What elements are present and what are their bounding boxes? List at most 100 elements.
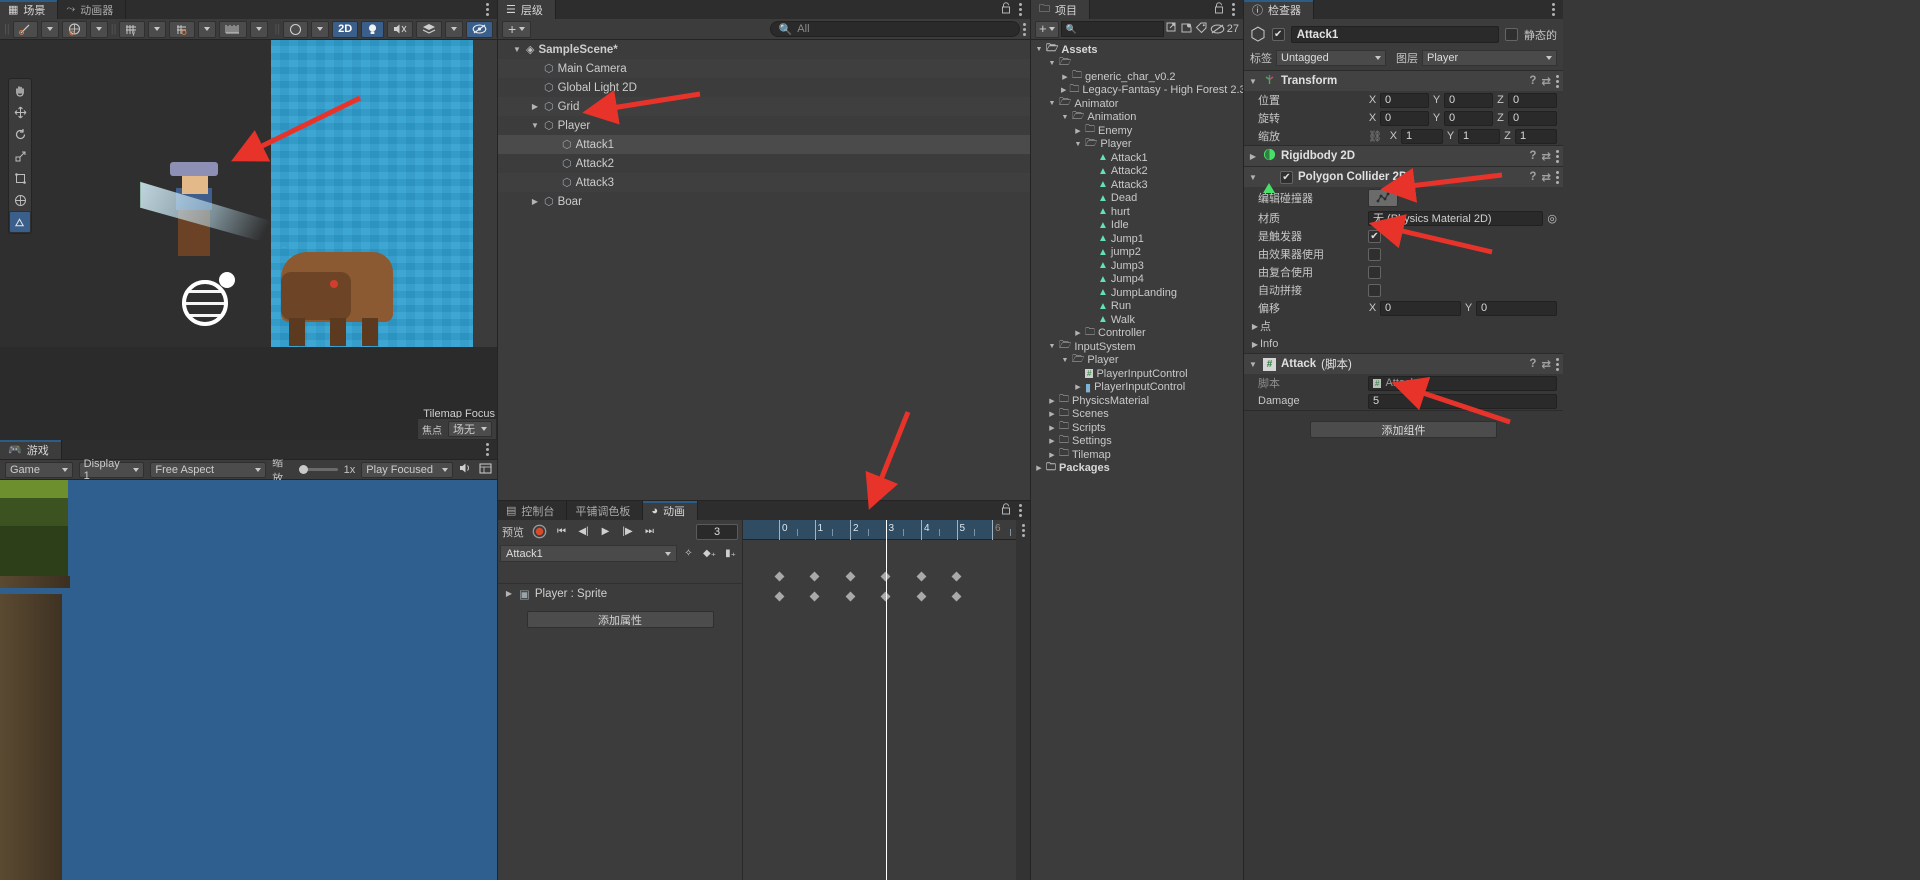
- timeline-ruler[interactable]: 0 1 2 3 4 5 6: [743, 520, 1030, 540]
- collider-help-icon[interactable]: ?: [1529, 171, 1536, 183]
- attack-script-header[interactable]: ▼ # Attack (脚本) ? ⇄: [1244, 354, 1563, 374]
- collider-preset-icon[interactable]: ⇄: [1541, 170, 1551, 184]
- add-keyframe-icon[interactable]: ◆₊: [700, 545, 719, 562]
- hierarchy-search-input[interactable]: 🔍 All: [769, 21, 1020, 37]
- transform-y-input[interactable]: 0: [1444, 92, 1493, 108]
- chevron-right-icon[interactable]: ▶: [504, 589, 514, 598]
- animation-menu-icon[interactable]: [1019, 504, 1022, 517]
- scale-slider[interactable]: [299, 465, 338, 474]
- chevron-right-icon[interactable]: ▶: [1048, 451, 1056, 459]
- toggle-2d-button[interactable]: 2D: [332, 20, 359, 38]
- hierarchy-item-samplescene-[interactable]: ▼ ◈ SampleScene*: [498, 40, 1030, 59]
- transform-z-input[interactable]: 0: [1508, 92, 1557, 108]
- project-lock-icon[interactable]: [1214, 2, 1224, 17]
- points-row[interactable]: ▶ 点: [1244, 317, 1563, 335]
- hierarchy-tree[interactable]: ▼ ◈ SampleScene* ⬡ Main Camera ⬡ Global Light …: [498, 40, 1030, 500]
- chevron-down-icon[interactable]: ▼: [1048, 343, 1056, 350]
- rigidbody-header[interactable]: ▶ Rigidbody 2D ? ⇄: [1244, 146, 1563, 166]
- draw-mode-dropdown[interactable]: [89, 20, 108, 38]
- project-item-player[interactable]: ▼ 🗁 Player: [1031, 138, 1243, 152]
- project-menu-icon[interactable]: [1232, 3, 1235, 16]
- hierarchy-search-menu-icon[interactable]: [1023, 22, 1026, 36]
- rigidbody-help-icon[interactable]: ?: [1529, 150, 1536, 162]
- project-item-hurt[interactable]: ▲ hurt: [1031, 205, 1243, 219]
- label-filter-icon[interactable]: [1195, 22, 1208, 37]
- chevron-down-icon[interactable]: ▼: [530, 121, 540, 130]
- tab-console[interactable]: ▤ 控制台: [498, 501, 568, 520]
- project-item-generic-char-v0-2[interactable]: ▶ 🗀 generic_char_v0.2: [1031, 70, 1243, 84]
- transform-x-input[interactable]: 0: [1380, 92, 1429, 108]
- chevron-right-icon[interactable]: ▶: [1250, 322, 1260, 331]
- add-property-button[interactable]: 添加属性: [526, 611, 714, 628]
- project-item-tilemap[interactable]: ▶ 🗀 Tilemap: [1031, 448, 1243, 462]
- keyframe-diamond[interactable]: [774, 571, 784, 582]
- project-item-jumplanding[interactable]: ▲ JumpLanding: [1031, 286, 1243, 300]
- transform-y-input[interactable]: 0: [1444, 110, 1493, 126]
- layer-dropdown[interactable]: Player: [1422, 50, 1557, 66]
- shading-mode-button[interactable]: [12, 20, 38, 38]
- scene-audio-toggle[interactable]: [387, 20, 414, 38]
- add-component-button[interactable]: 添加组件: [1310, 421, 1497, 438]
- transform-z-input[interactable]: 1: [1515, 128, 1558, 144]
- rigidbody-menu-icon[interactable]: [1556, 149, 1559, 163]
- hierarchy-item-player[interactable]: ▼ ⬡ Player: [498, 116, 1030, 135]
- used-by-composite-checkbox[interactable]: [1368, 265, 1381, 279]
- chevron-right-icon[interactable]: ▶: [1248, 152, 1258, 161]
- lock-icon[interactable]: [1001, 2, 1011, 17]
- scene-visibility-toggle[interactable]: [466, 20, 494, 38]
- project-item-jump1[interactable]: ▲ Jump1: [1031, 232, 1243, 246]
- transform-header[interactable]: ▼ Transform ? ⇄: [1244, 71, 1563, 91]
- tab-game[interactable]: 🎮 游戏: [0, 440, 62, 459]
- project-item-attack2[interactable]: ▲ Attack2: [1031, 165, 1243, 179]
- offset-y-input[interactable]: 0: [1476, 300, 1557, 316]
- timeline-menu-icon[interactable]: [1021, 524, 1025, 537]
- shading-mode-dropdown[interactable]: [40, 20, 59, 38]
- collider-header[interactable]: ▼ ✔ Polygon Collider 2D ? ⇄: [1244, 167, 1563, 193]
- tool-rotate[interactable]: [9, 123, 31, 145]
- game-viewport[interactable]: [0, 480, 497, 880]
- material-picker-icon[interactable]: ◎: [1547, 212, 1557, 225]
- focus-value-dropdown[interactable]: 场无: [448, 421, 492, 437]
- tool-hand[interactable]: [9, 79, 31, 101]
- keyframe-diamond[interactable]: [845, 591, 855, 602]
- display-dropdown[interactable]: Display 1: [78, 458, 145, 482]
- ruler-button[interactable]: [219, 20, 248, 38]
- keyframe-diamond[interactable]: [774, 591, 784, 602]
- grid-visibility-dropdown[interactable]: [148, 20, 167, 38]
- hierarchy-item-boar[interactable]: ▶ ⬡ Boar: [498, 192, 1030, 211]
- hierarchy-menu-icon[interactable]: [1019, 3, 1022, 16]
- tool-custom[interactable]: [9, 211, 31, 233]
- project-item-attack1[interactable]: ▲ Attack1: [1031, 151, 1243, 165]
- project-item-enemy[interactable]: ▶ 🗀 Enemy: [1031, 124, 1243, 138]
- inspector-menu-icon[interactable]: [1552, 3, 1555, 16]
- project-create-button[interactable]: +: [1035, 20, 1059, 38]
- chevron-down-icon[interactable]: ▼: [1048, 100, 1056, 107]
- game-mode-dropdown[interactable]: Game: [5, 461, 73, 478]
- used-by-effector-checkbox[interactable]: [1368, 247, 1381, 261]
- chevron-right-icon[interactable]: ▶: [1074, 329, 1082, 337]
- chevron-down-icon[interactable]: ▼: [1248, 360, 1258, 369]
- hierarchy-item-attack3[interactable]: ⬡ Attack3: [498, 173, 1030, 192]
- attack-help-icon[interactable]: ?: [1529, 358, 1536, 370]
- packages-filter-icon[interactable]: [1180, 22, 1193, 37]
- scale-link-icon[interactable]: ⛓: [1368, 130, 1382, 143]
- timeline-playhead[interactable]: [885, 520, 887, 880]
- scene-viewport[interactable]: Tilemap Focus 焦点 场无: [0, 40, 497, 440]
- tab-hierarchy[interactable]: ☰ 层级: [498, 0, 556, 19]
- keyframe-diamond[interactable]: [916, 591, 926, 602]
- object-name-input[interactable]: Attack1: [1290, 26, 1499, 43]
- scene-light-toggle[interactable]: [361, 20, 385, 38]
- attack-menu-icon[interactable]: [1556, 357, 1559, 371]
- tool-transform[interactable]: [9, 189, 31, 211]
- scene-menu-icon[interactable]: [486, 3, 489, 16]
- hierarchy-item-grid[interactable]: ▶ ⬡ Grid: [498, 97, 1030, 116]
- hierarchy-item-main-camera[interactable]: ⬡ Main Camera: [498, 59, 1030, 78]
- chevron-right-icon[interactable]: ▶: [1048, 397, 1056, 405]
- project-item-run[interactable]: ▲ Run: [1031, 300, 1243, 314]
- game-menu-icon[interactable]: [486, 443, 489, 456]
- chevron-down-icon[interactable]: ▼: [1061, 357, 1069, 364]
- first-frame-button[interactable]: ⏮: [552, 523, 571, 540]
- offset-x-input[interactable]: 0: [1380, 300, 1461, 316]
- current-frame-input[interactable]: 3: [696, 523, 738, 540]
- chevron-right-icon[interactable]: ▶: [1074, 383, 1082, 391]
